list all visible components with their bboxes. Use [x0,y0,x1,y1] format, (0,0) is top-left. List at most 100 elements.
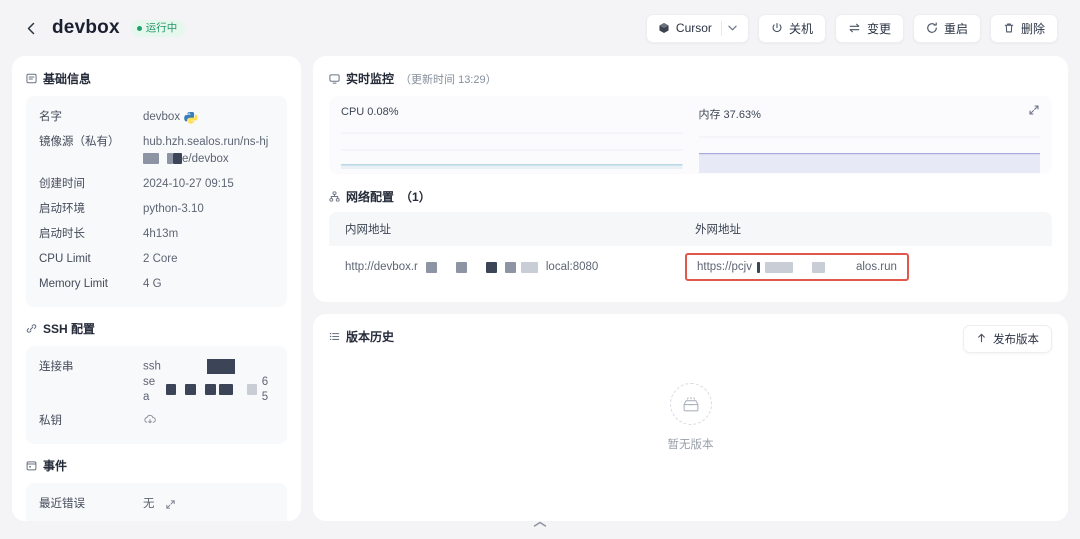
download-cloud-icon[interactable] [143,413,157,427]
memory-usage-label: 内存 37.63% [698,109,761,121]
python-logo-icon [184,111,198,125]
empty-state-text: 暂无版本 [667,438,714,451]
delete-button[interactable]: 删除 [989,13,1058,43]
info-row-uptime: 启动时长 4h13m [39,222,274,247]
info-row-image-source: 镜像源（私有） hub.hzh.sealos.run/ns-hj e/devbox [39,130,274,172]
devbox-name-value: devbox [143,111,181,123]
status-badge: 运行中 [130,19,186,37]
restart-label: 重启 [943,21,968,36]
upload-arrow-icon [976,332,987,347]
ssh-config-section-header: SSH 配置 [26,320,287,337]
events-section-header: 事件 [26,457,287,474]
ssh-port: 65 [261,375,269,403]
ssh-config-block: 连接串 ssh sea 65 私钥 [26,346,287,444]
ide-dropdown-toggle[interactable] [722,15,744,42]
monitor-network-card: 实时监控 （更新时间 13:29） CPU 0.08% 内存 37.63% 网络… [313,56,1068,302]
external-address-cell[interactable]: https://pcjv alos.run [685,253,1036,281]
network-icon [329,191,340,202]
monitor-title: 实时监控 [346,72,395,86]
col-internal-address: 内网地址 [345,224,391,236]
status-label: 运行中 [145,21,178,34]
info-key: 镜像源（私有） [39,136,120,148]
ssh-user: sea [143,375,156,403]
left-info-panel: 基础信息 名字 devbox 镜像源（私有） hub.hzh.sealos.ru… [12,56,301,521]
back-button[interactable] [20,17,42,39]
link-icon [26,323,37,334]
info-row-recent-error: 最近错误 无 [39,492,274,517]
cpu-chart [341,122,683,169]
monitor-icon [329,73,340,84]
info-row-connection-string: 连接串 ssh sea 65 [39,355,274,409]
redaction-block [247,384,257,396]
info-key: 名字 [39,111,62,123]
cube-icon [658,22,670,34]
events-block: 最近错误 无 [26,482,287,521]
monitor-update-time: （更新时间 13:29） [400,73,497,86]
cpu-usage-label: CPU 0.08% [341,106,399,118]
basic-info-block: 名字 devbox 镜像源（私有） hub.hzh.sealos.run/ns-… [26,96,287,307]
info-row-created-at: 创建时间 2024-10-27 09:15 [39,172,274,197]
connection-string-value[interactable]: ssh sea 65 [143,359,274,405]
version-history-card: 版本历史 发布版本 暂无版本 [313,314,1068,521]
info-key: CPU Limit [39,253,91,265]
network-section-header: 网络配置 （1） [329,188,1052,205]
refresh-icon [926,22,938,34]
change-button[interactable]: 变更 [834,13,904,43]
redaction-block [756,261,760,273]
network-table: 内网地址 外网地址 http://devbox.r local:8080 htt… [329,212,1052,288]
ide-open-button[interactable]: Cursor [645,13,749,43]
version-history-empty-state: 暂无版本 [329,327,1052,507]
shutdown-button[interactable]: 关机 [757,13,826,43]
network-table-header: 内网地址 外网地址 [329,212,1052,246]
redaction-block [218,384,234,396]
redaction-block [425,261,437,273]
redaction-block [173,153,182,165]
info-row-runtime: 启动环境 python-3.10 [39,197,274,222]
info-key: Memory Limit [39,278,109,290]
restart-button[interactable]: 重启 [912,13,981,43]
monitor-charts: CPU 0.08% 内存 37.63% [329,96,1052,174]
redaction-block [143,153,159,165]
calendar-icon [26,460,37,471]
info-value: 2 Core [143,253,178,265]
chevron-down-icon [728,25,738,31]
info-value: 4 G [143,278,162,290]
memory-chart [698,126,1040,173]
events-title: 事件 [43,458,68,473]
release-version-button[interactable]: 发布版本 [963,325,1052,353]
info-key: 私钥 [39,414,62,427]
redaction-block [520,261,538,273]
collapse-handle-icon[interactable] [505,517,575,531]
redaction-block [165,384,177,396]
empty-box-icon [669,382,712,425]
recent-error-value: 无 [143,497,155,510]
image-source-prefix: hub.hzh.sealos.run/ns-hj [143,136,269,148]
monitor-section-header: 实时监控 （更新时间 13:29） [329,70,1052,87]
col-external-address: 外网地址 [695,224,741,236]
info-row-name: 名字 devbox [39,105,274,130]
redaction-block [205,384,216,396]
devbox-detail-page: devbox 运行中 Cursor 关机 变更 重启 删除 基础信息 名字 de… [0,0,1080,539]
status-dot-icon [136,25,142,31]
internal-address: http://devbox.r local:8080 [345,261,695,273]
chevron-left-icon [27,22,34,34]
redaction-block [764,261,793,273]
ssh-prefix: ssh [143,360,161,373]
internal-address-prefix: http://devbox.r [345,261,418,273]
info-key: 连接串 [39,361,74,373]
cpu-chart-svg [341,132,683,169]
info-key: 最近错误 [39,497,85,510]
expand-icon[interactable] [1028,104,1040,116]
expand-icon[interactable] [165,499,176,510]
info-row-memory-limit: Memory Limit 4 G [39,272,274,297]
info-key: 创建时间 [39,178,85,190]
info-value: python-3.10 [143,203,204,215]
network-count: （1） [400,190,431,204]
right-column: 实时监控 （更新时间 13:29） CPU 0.08% 内存 37.63% 网络… [313,56,1068,521]
info-row-private-key: 私钥 [39,409,274,434]
info-value [143,413,157,427]
info-value: hub.hzh.sealos.run/ns-hj e/devbox [143,134,274,168]
internal-address-cell[interactable]: http://devbox.r local:8080 [345,261,695,273]
table-row: http://devbox.r local:8080 https://pcjv … [329,246,1052,288]
redaction-block [185,384,197,396]
